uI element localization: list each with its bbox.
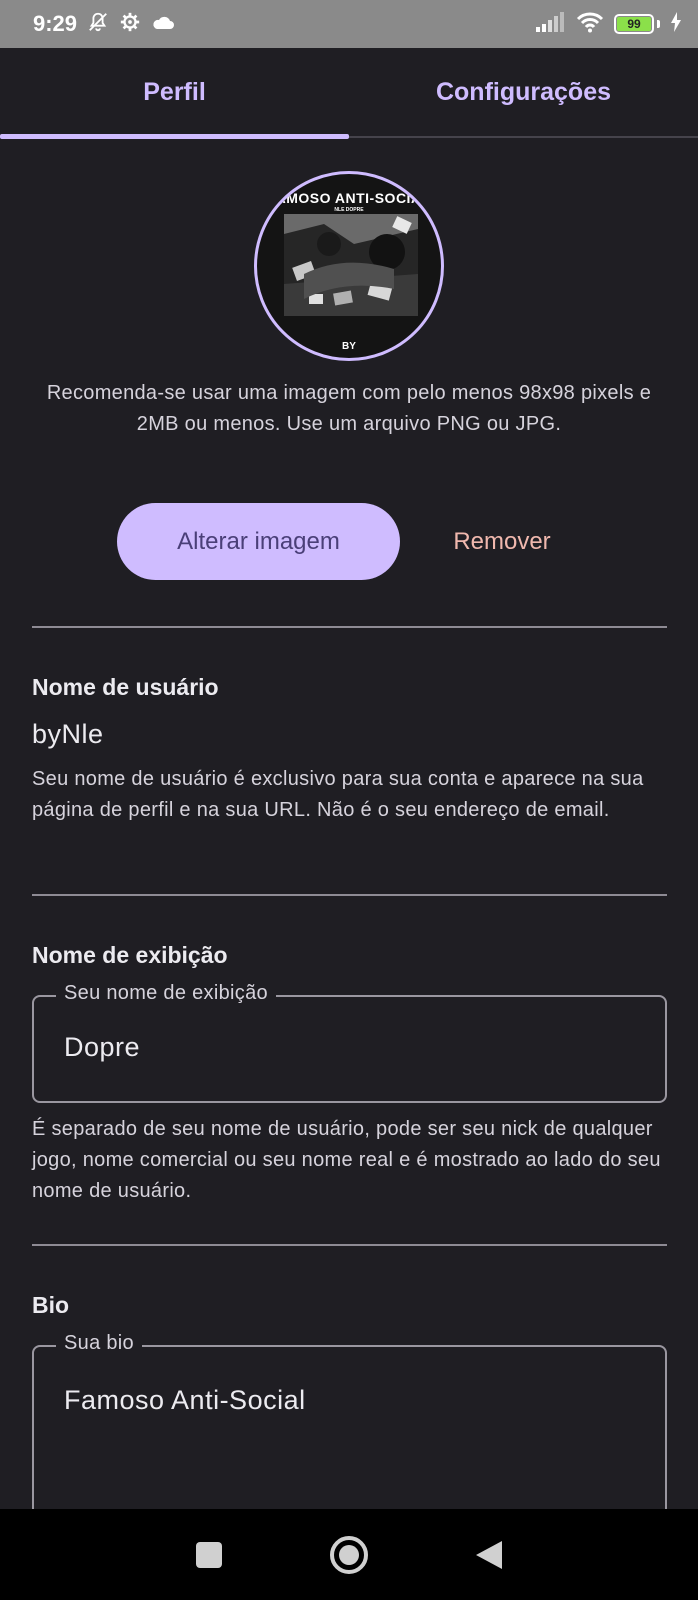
username-title: Nome de usuário — [32, 674, 219, 700]
cloud-icon — [151, 13, 175, 36]
system-nav-bar — [0, 1509, 698, 1600]
bio-input-value[interactable]: Famoso Anti-Social — [64, 1385, 306, 1416]
bio-field-label: Sua bio — [56, 1332, 142, 1355]
display-name-field[interactable]: Seu nome de exibição Dopre — [32, 982, 667, 1103]
username-help: Seu nome de usuário é exclusivo para sua… — [32, 768, 644, 821]
image-hint: Recomenda-se usar uma imagem com pelo me… — [46, 382, 652, 435]
home-button[interactable] — [329, 1535, 369, 1575]
mute-bell-icon — [87, 11, 109, 38]
change-image-button[interactable]: Alterar imagem — [117, 503, 400, 580]
remove-image-button[interactable]: Remover — [430, 503, 574, 580]
avatar-subtitle: NLE DOPRE — [334, 207, 364, 213]
back-button[interactable] — [469, 1535, 509, 1575]
tab-configuracoes[interactable]: Configurações — [349, 48, 698, 140]
back-triangle-icon — [476, 1540, 502, 1569]
tab-configuracoes-label: Configurações — [435, 77, 612, 106]
profile-avatar[interactable]: FAMOSO ANTI-SOCIAL NLE DOPRE BY — [254, 171, 444, 361]
divider — [32, 1244, 667, 1246]
wifi-icon — [576, 11, 604, 38]
tab-perfil-label: Perfil — [143, 77, 206, 106]
tab-bar: Perfil Configurações — [0, 48, 698, 140]
avatar-title: FAMOSO ANTI-SOCIAL — [267, 190, 431, 206]
display-name-title: Nome de exibição — [32, 942, 228, 968]
display-name-field-label: Seu nome de exibição — [56, 982, 276, 1005]
tab-perfil[interactable]: Perfil — [0, 48, 349, 140]
active-tab-indicator — [0, 134, 349, 139]
settings-gear-icon — [119, 11, 141, 38]
avatar-by: BY — [342, 341, 356, 352]
display-name-help: É separado de seu nome de usuário, pode … — [32, 1118, 661, 1202]
square-icon — [196, 1541, 222, 1568]
status-bar: 9:29 99 — [0, 0, 698, 48]
divider — [32, 894, 667, 896]
divider — [32, 626, 667, 628]
battery-level: 99 — [617, 17, 651, 31]
signal-icon — [536, 11, 566, 37]
battery-icon: 99 — [614, 14, 660, 34]
bio-title: Bio — [32, 1292, 70, 1318]
recents-button[interactable] — [189, 1535, 229, 1575]
circle-icon — [330, 1535, 368, 1574]
display-name-input-value[interactable]: Dopre — [64, 1032, 140, 1063]
avatar-photo — [284, 214, 418, 316]
username-value: byNle — [32, 719, 104, 749]
charging-icon — [670, 11, 682, 37]
status-time: 9:29 — [33, 11, 78, 36]
